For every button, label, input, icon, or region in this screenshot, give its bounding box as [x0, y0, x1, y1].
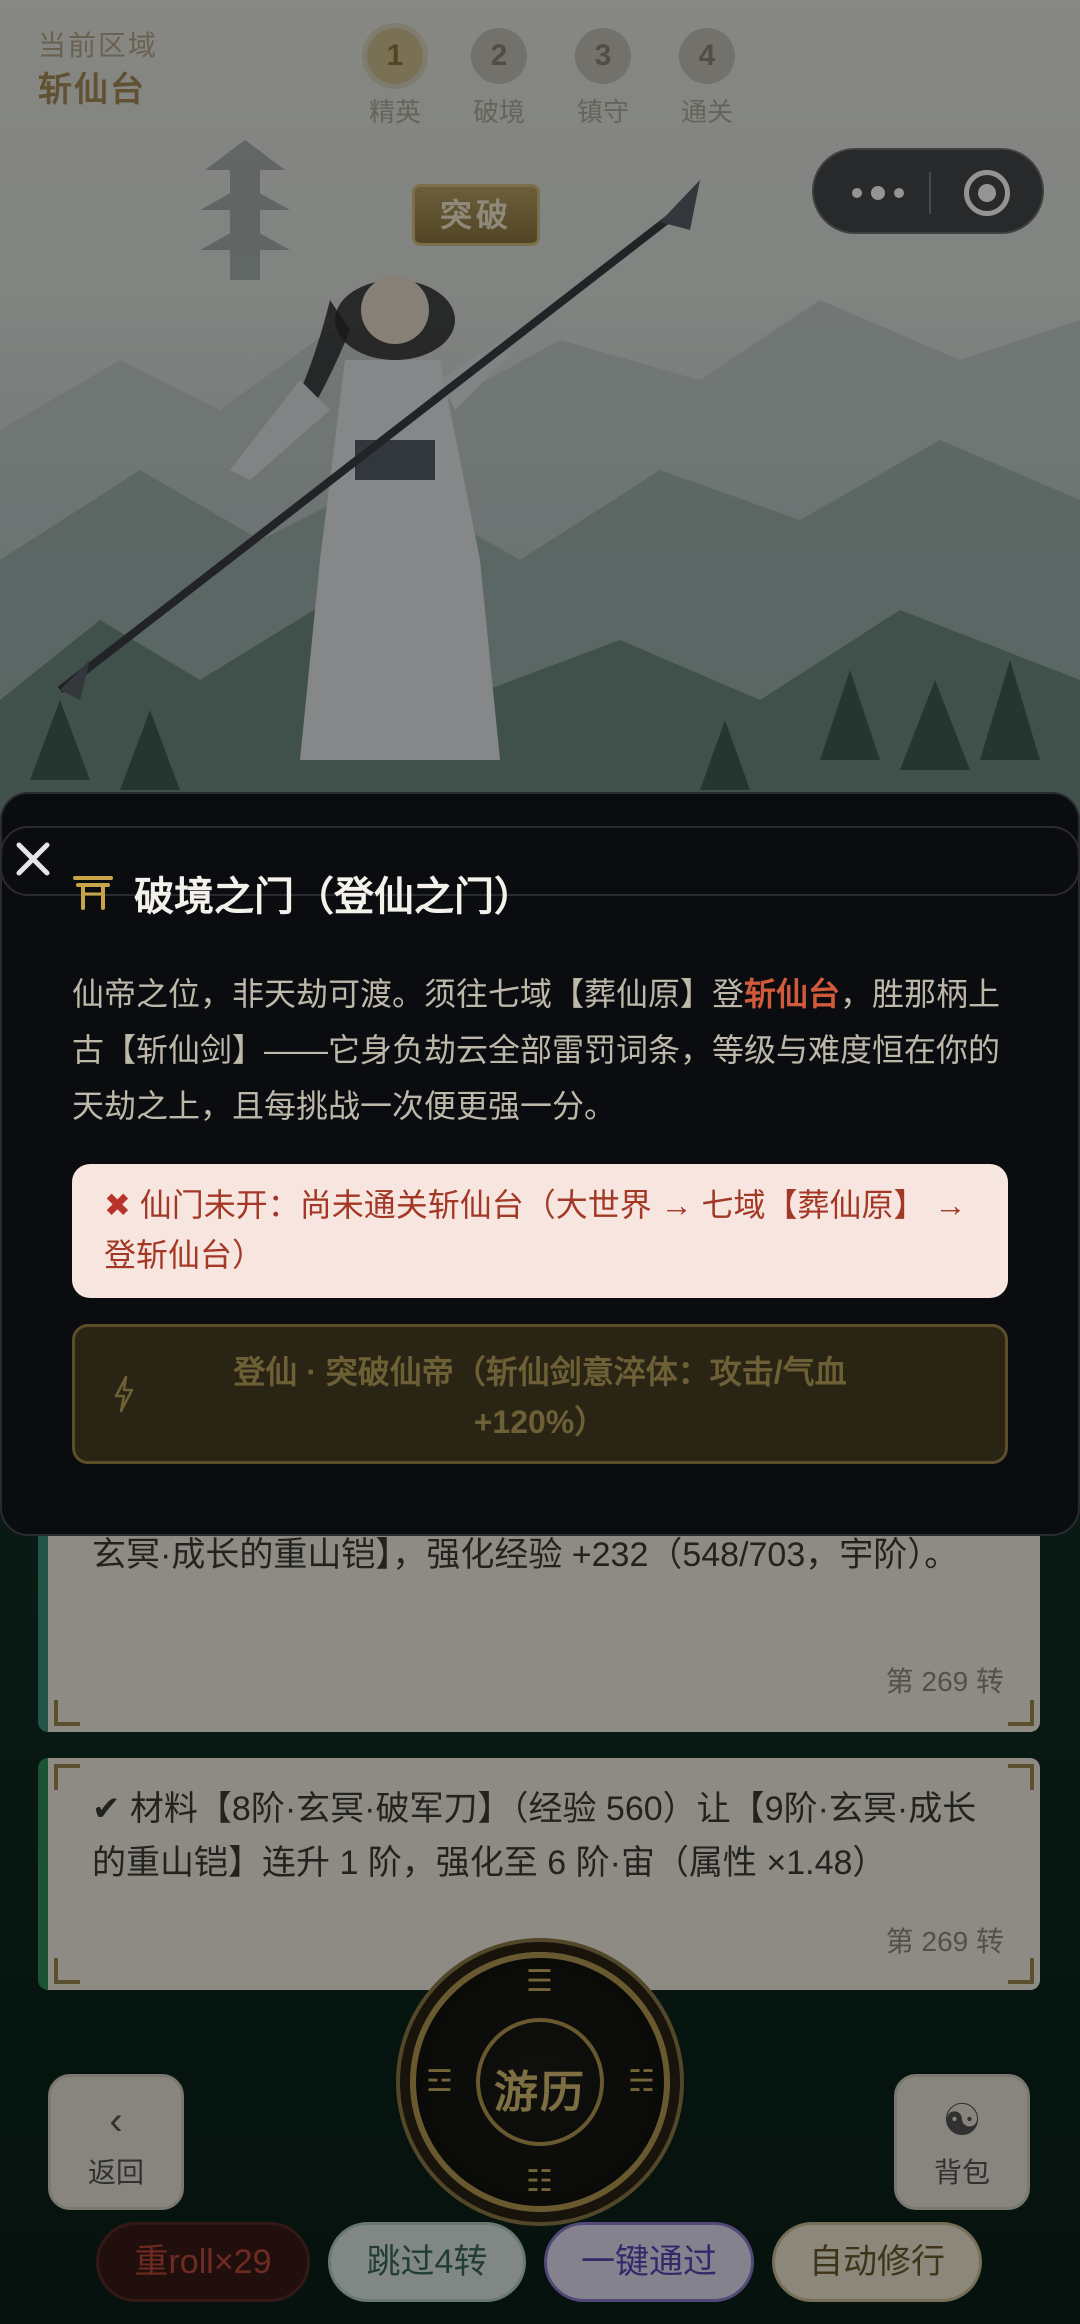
- cross-icon: ✖: [104, 1187, 140, 1223]
- close-icon: [16, 842, 50, 876]
- action-line-1: 登仙 · 突破仙帝（斩仙剑意淬体：攻击/气血: [233, 1354, 847, 1390]
- lightning-icon: [114, 1375, 134, 1413]
- ascend-breakthrough-button[interactable]: 登仙 · 突破仙帝（斩仙剑意淬体：攻击/气血 +120%）: [72, 1324, 1008, 1464]
- action-line-2: +120%）: [473, 1404, 607, 1440]
- desc-highlight-location: 斩仙台: [744, 976, 841, 1012]
- gate-icon: [73, 876, 113, 910]
- modal-title: 破境之门（登仙之门）: [134, 875, 534, 919]
- modal-description: 仙帝之位，非天劫可渡。须往七域【葬仙原】登斩仙台，胜那柄上古【斩仙剑】——它身负…: [72, 966, 1012, 1134]
- warning-text: 仙门未开：尚未通关斩仙台（大世界 → 七域【葬仙原】 → 登斩仙台）: [104, 1187, 967, 1273]
- locked-warning: ✖ 仙门未开：尚未通关斩仙台（大世界 → 七域【葬仙原】 → 登斩仙台）: [72, 1164, 1008, 1298]
- desc-text: 仙帝之位，非天劫可渡。须往七域【葬仙原】登: [72, 976, 745, 1012]
